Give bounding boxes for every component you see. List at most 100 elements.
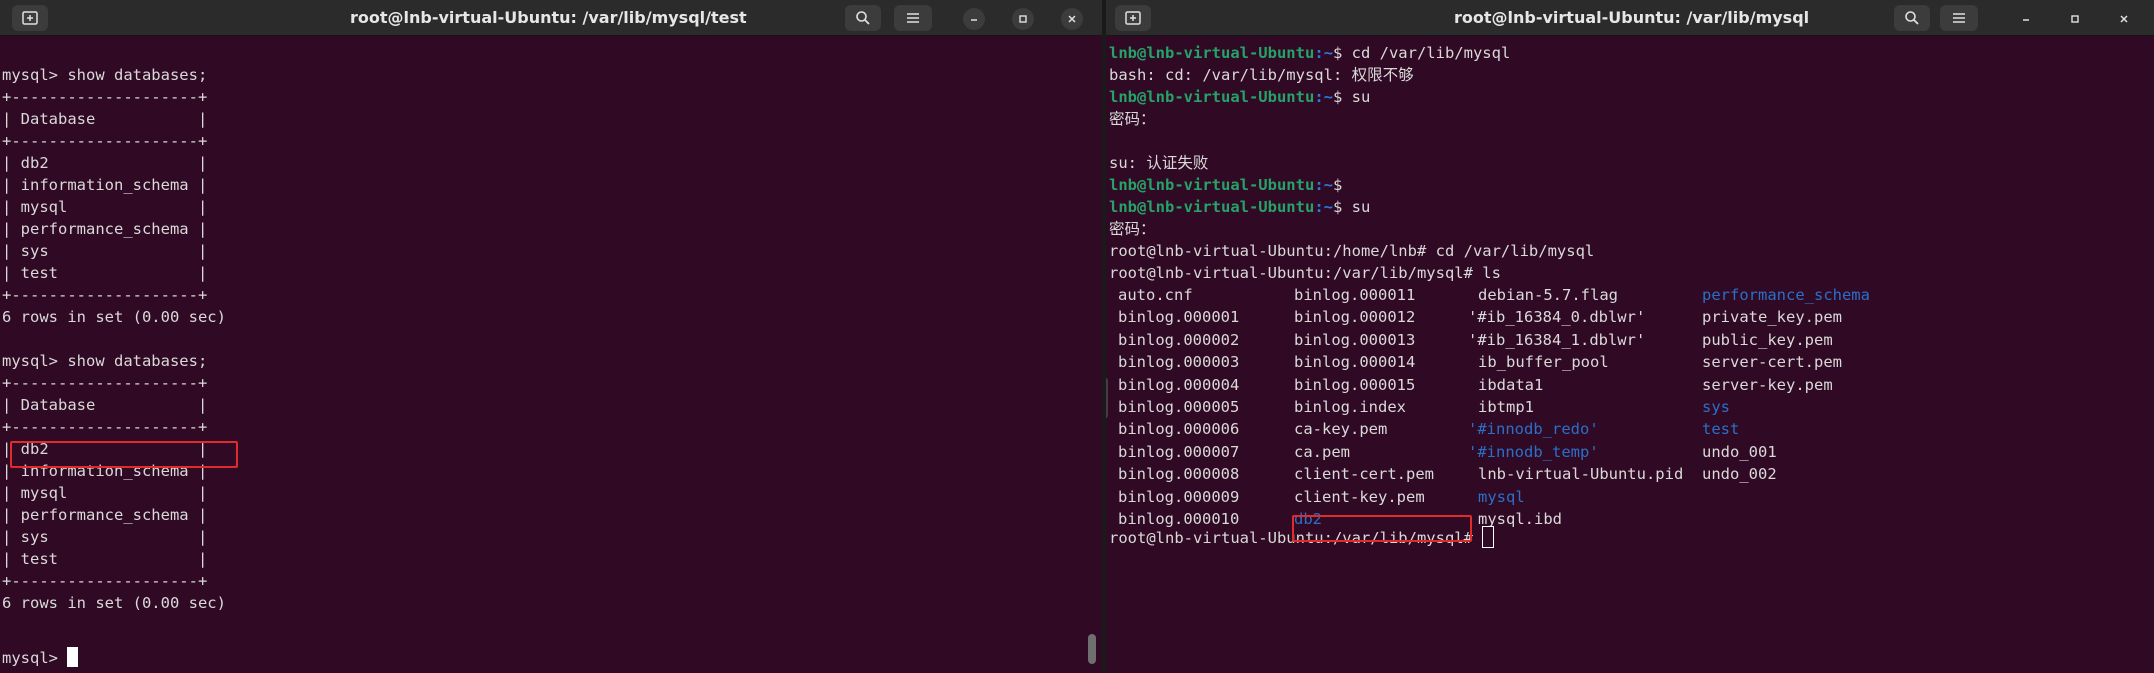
terminal-line: | Database | [2, 110, 208, 128]
ls-file-entry: binlog.000003 [1118, 353, 1240, 372]
ls-file-entry: debian-5.7.flag [1478, 286, 1618, 304]
minimize-icon [971, 19, 977, 21]
ls-file-entry: ibtmp1 [1478, 398, 1534, 416]
new-tab-icon [1125, 11, 1141, 25]
ls-row: binlog.000005 binlog.index ibtmp1 sys [1106, 396, 2106, 418]
ls-file-entry: binlog.000006 [1118, 420, 1240, 439]
search-button[interactable] [845, 5, 881, 31]
ls-directory-entry: performance_schema [1702, 286, 1870, 304]
highlight-box-db2 [1292, 515, 1472, 542]
ls-file-entry: binlog.000008 [1118, 465, 1240, 484]
ls-row: binlog.000001 binlog.000012 '#ib_16384_0.d… [1106, 306, 2106, 328]
menu-button[interactable] [894, 5, 932, 31]
ls-file-entry: private_key.pem [1702, 308, 1842, 327]
mysql-prompt-line[interactable]: mysql> [2, 647, 79, 669]
ls-directory-entry: sys [1702, 398, 1730, 416]
terminal-line: | test | [2, 264, 208, 282]
terminal-line: +--------------------+ [2, 418, 208, 436]
ls-file-entry: auto.cnf [1118, 286, 1193, 304]
ls-row: binlog.000008 client-cert.pem lnb-virtual-… [1106, 463, 2106, 485]
ls-directory-entry: test [1702, 420, 1740, 439]
hamburger-menu-icon [907, 13, 919, 23]
maximize-button[interactable] [1012, 8, 1034, 30]
ls-file-entry: binlog.000004 [1118, 375, 1240, 394]
minimize-button[interactable] [2015, 8, 2037, 30]
terminal-line: +--------------------+ [2, 132, 208, 150]
prompt-path: :~ [1314, 44, 1333, 62]
search-button[interactable] [1894, 5, 1930, 31]
terminal-line: | performance_schema | [2, 506, 208, 524]
terminal-line: 密码： [1109, 220, 1156, 238]
ls-file-entry: binlog.000001 [1118, 308, 1240, 327]
terminal-line: +--------------------+ [2, 572, 208, 590]
ls-file-entry: ca-key.pem [1294, 420, 1388, 439]
ls-file-entry: binlog.index [1294, 398, 1406, 416]
terminal-line: | mysql | [2, 198, 208, 216]
hamburger-menu-icon [1953, 13, 1965, 23]
prompt-command: $ [1332, 176, 1343, 194]
ls-file-entry: client-key.pem [1294, 487, 1425, 506]
ls-file-entry: binlog.000002 [1118, 330, 1240, 349]
ls-file-entry: ca.pem [1294, 442, 1350, 461]
close-button[interactable] [1061, 8, 1083, 30]
maximize-button[interactable] [2064, 8, 2086, 30]
ls-file-entry: ib_buffer_pool [1478, 353, 1609, 372]
close-icon [1068, 15, 1076, 23]
titlebar-left[interactable]: root@lnb-virtual-Ubuntu: /var/lib/mysql/… [0, 0, 1102, 36]
terminal-window-right[interactable]: root@lnb-virtual-Ubuntu: /var/lib/mysql … [1106, 0, 2154, 673]
terminal-line: | Database | [2, 396, 208, 414]
terminal-line: root@lnb-virtual-Ubuntu:/home/lnb# cd /v… [1109, 242, 1595, 260]
titlebar-right[interactable]: root@lnb-virtual-Ubuntu: /var/lib/mysql [1106, 0, 2154, 36]
ls-file-entry: binlog.000005 [1118, 398, 1240, 416]
ls-file-entry: server-cert.pem [1702, 353, 1842, 372]
minimize-button[interactable] [963, 8, 985, 30]
terminal-line: | mysql | [2, 484, 208, 502]
terminal-line: 6 rows in set (0.00 sec) [2, 308, 226, 326]
ls-directory-entry: mysql [1478, 487, 1525, 506]
maximize-icon [1019, 15, 1027, 23]
prompt-user: lnb@lnb-virtual-Ubuntu [1109, 176, 1315, 194]
terminal-line: | sys | [2, 242, 208, 260]
ls-row: auto.cnf binlog.000011 debian-5.7.flag perf… [1106, 284, 2106, 306]
ls-directory-entry: '#innodb_redo' [1468, 420, 1599, 439]
prompt-command: $ su [1332, 198, 1371, 216]
window-title: root@lnb-virtual-Ubuntu: /var/lib/mysql [1454, 8, 1810, 27]
new-tab-button[interactable] [1115, 5, 1151, 31]
maximize-icon [2071, 15, 2079, 23]
ls-file-entry: binlog.000011 [1294, 286, 1416, 304]
ls-file-entry: public_key.pem [1702, 330, 1833, 349]
ls-row: binlog.000003 binlog.000014 ib_buffer_pool… [1106, 351, 2106, 373]
terminal-window-left[interactable]: root@lnb-virtual-Ubuntu: /var/lib/mysql/… [0, 0, 1102, 673]
ls-row: binlog.000007 ca.pem '#innodb_temp' undo_00… [1106, 441, 2106, 463]
menu-button[interactable] [1940, 5, 1978, 31]
shell-prompt-line: lnb@lnb-virtual-Ubuntu:~$ su [1109, 196, 1370, 218]
terminal-output-right[interactable]: lnb@lnb-virtual-Ubuntu:~$ cd /var/lib/my… [1106, 37, 2154, 673]
terminal-line: bash: cd: /var/lib/mysql: 权限不够 [1109, 66, 1414, 84]
shell-prompt-line: lnb@lnb-virtual-Ubuntu:~$ [1109, 174, 1342, 196]
terminal-line: su: 认证失败 [1109, 154, 1209, 172]
resize-handle[interactable] [1106, 377, 1108, 419]
new-tab-icon [22, 11, 38, 25]
ls-file-entry: binlog.000007 [1118, 442, 1240, 461]
terminal-line: | test | [2, 550, 208, 568]
terminal-line: | performance_schema | [2, 220, 208, 238]
text-cursor [1482, 526, 1495, 548]
close-icon [2120, 15, 2128, 23]
new-tab-button[interactable] [12, 5, 48, 31]
ls-file-entry: server-key.pem [1702, 375, 1833, 394]
terminal-line: mysql> show databases; [2, 66, 208, 84]
minimize-icon [2023, 19, 2029, 21]
ls-file-entry: binlog.000014 [1294, 353, 1416, 372]
search-icon [1905, 11, 1919, 25]
close-button[interactable] [2113, 8, 2135, 30]
terminal-output-left[interactable]: mysql> show databases; +----------------… [0, 37, 1102, 673]
prompt-path: :~ [1314, 198, 1333, 216]
ls-row: binlog.000002 binlog.000013 '#ib_16384_1.d… [1106, 329, 2106, 351]
prompt-path: :~ [1314, 88, 1333, 106]
terminal-line: mysql> show databases; [2, 352, 208, 370]
prompt-user: lnb@lnb-virtual-Ubuntu [1109, 44, 1315, 62]
ls-file-entry: ibdata1 [1478, 375, 1544, 394]
scrollbar-thumb[interactable] [1088, 634, 1096, 664]
ls-row: binlog.000006 ca-key.pem '#innodb_redo' tes… [1106, 418, 2106, 440]
terminal-line: root@lnb-virtual-Ubuntu:/var/lib/mysql# … [1109, 264, 1501, 282]
